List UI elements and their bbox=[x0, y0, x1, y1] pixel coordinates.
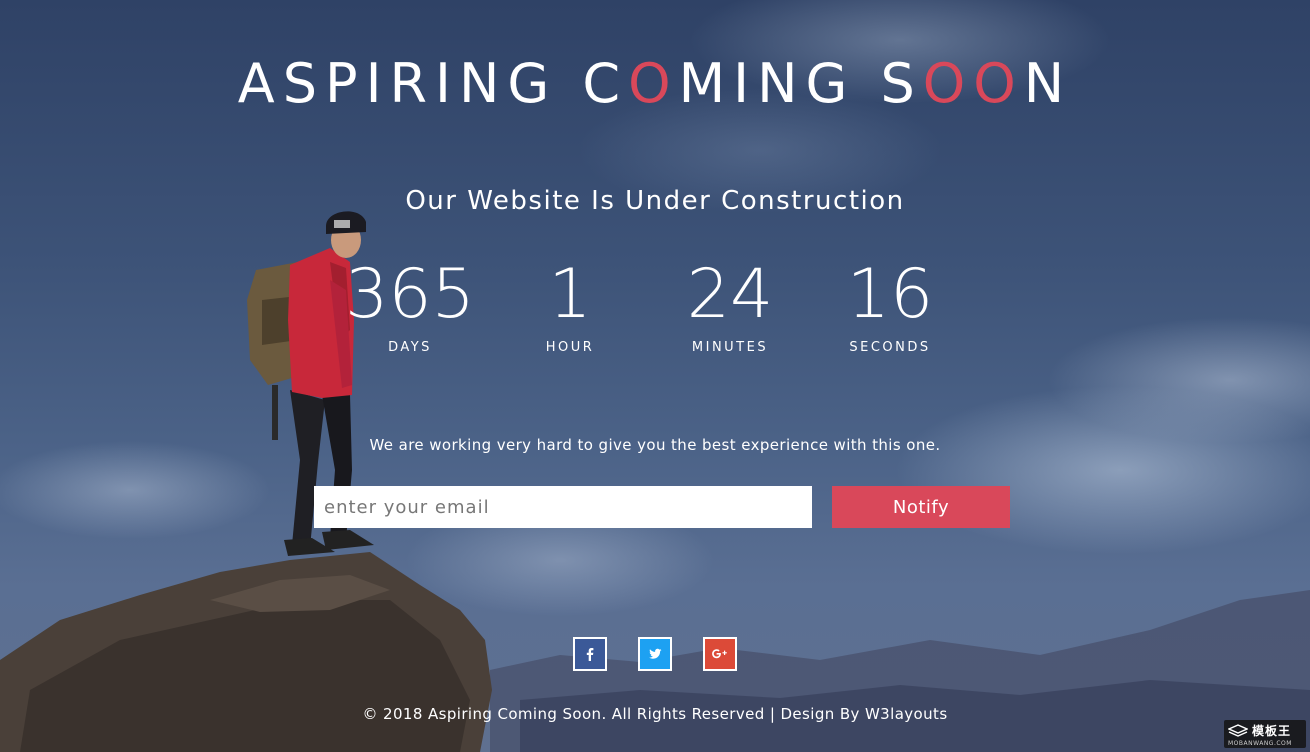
title-part: N bbox=[1023, 52, 1073, 115]
site-watermark-logo: 模板王 MOBANWANG.COM bbox=[1224, 720, 1306, 748]
stack-icon bbox=[1228, 724, 1248, 737]
info-message: We are working very hard to give you the… bbox=[369, 436, 941, 454]
watermark-domain: MOBANWANG.COM bbox=[1228, 740, 1292, 747]
google-plus-icon bbox=[712, 649, 727, 659]
title-accent-letters: OO bbox=[922, 52, 1024, 115]
page-title: ASPIRING COMING SOON bbox=[0, 52, 1310, 116]
facebook-icon bbox=[586, 648, 594, 661]
coming-soon-content: ASPIRING COMING SOON Our Website Is Unde… bbox=[0, 0, 1310, 752]
title-accent-letter: O bbox=[628, 52, 679, 115]
countdown-timer: 365 DAYS 1 HOUR 24 MINUTES 16 SECONDS bbox=[330, 255, 970, 365]
countdown-hours-value: 1 bbox=[548, 255, 592, 334]
watermark-text: 模板王 bbox=[1252, 724, 1292, 738]
notify-button[interactable]: Notify bbox=[832, 486, 1010, 528]
footer-copyright: © 2018 Aspiring Coming Soon. All Rights … bbox=[362, 705, 948, 723]
email-input[interactable] bbox=[314, 486, 812, 528]
countdown-hours: 1 HOUR bbox=[490, 255, 650, 355]
countdown-minutes-value: 24 bbox=[686, 255, 774, 334]
title-part: MING S bbox=[678, 52, 923, 115]
countdown-days: 365 DAYS bbox=[330, 255, 490, 355]
google-plus-link[interactable] bbox=[703, 637, 737, 671]
countdown-hours-label: HOUR bbox=[545, 340, 595, 355]
countdown-days-value: 365 bbox=[345, 255, 475, 334]
countdown-minutes: 24 MINUTES bbox=[650, 255, 810, 355]
twitter-icon bbox=[649, 648, 662, 659]
facebook-link[interactable] bbox=[573, 637, 607, 671]
countdown-seconds-value: 16 bbox=[846, 255, 934, 334]
title-part: ASPIRING C bbox=[237, 52, 629, 115]
countdown-seconds: 16 SECONDS bbox=[810, 255, 970, 355]
social-links bbox=[573, 637, 743, 671]
page-subtitle: Our Website Is Under Construction bbox=[405, 186, 905, 216]
countdown-days-label: DAYS bbox=[388, 340, 432, 355]
twitter-link[interactable] bbox=[638, 637, 672, 671]
countdown-seconds-label: SECONDS bbox=[849, 340, 931, 355]
countdown-minutes-label: MINUTES bbox=[691, 340, 769, 355]
